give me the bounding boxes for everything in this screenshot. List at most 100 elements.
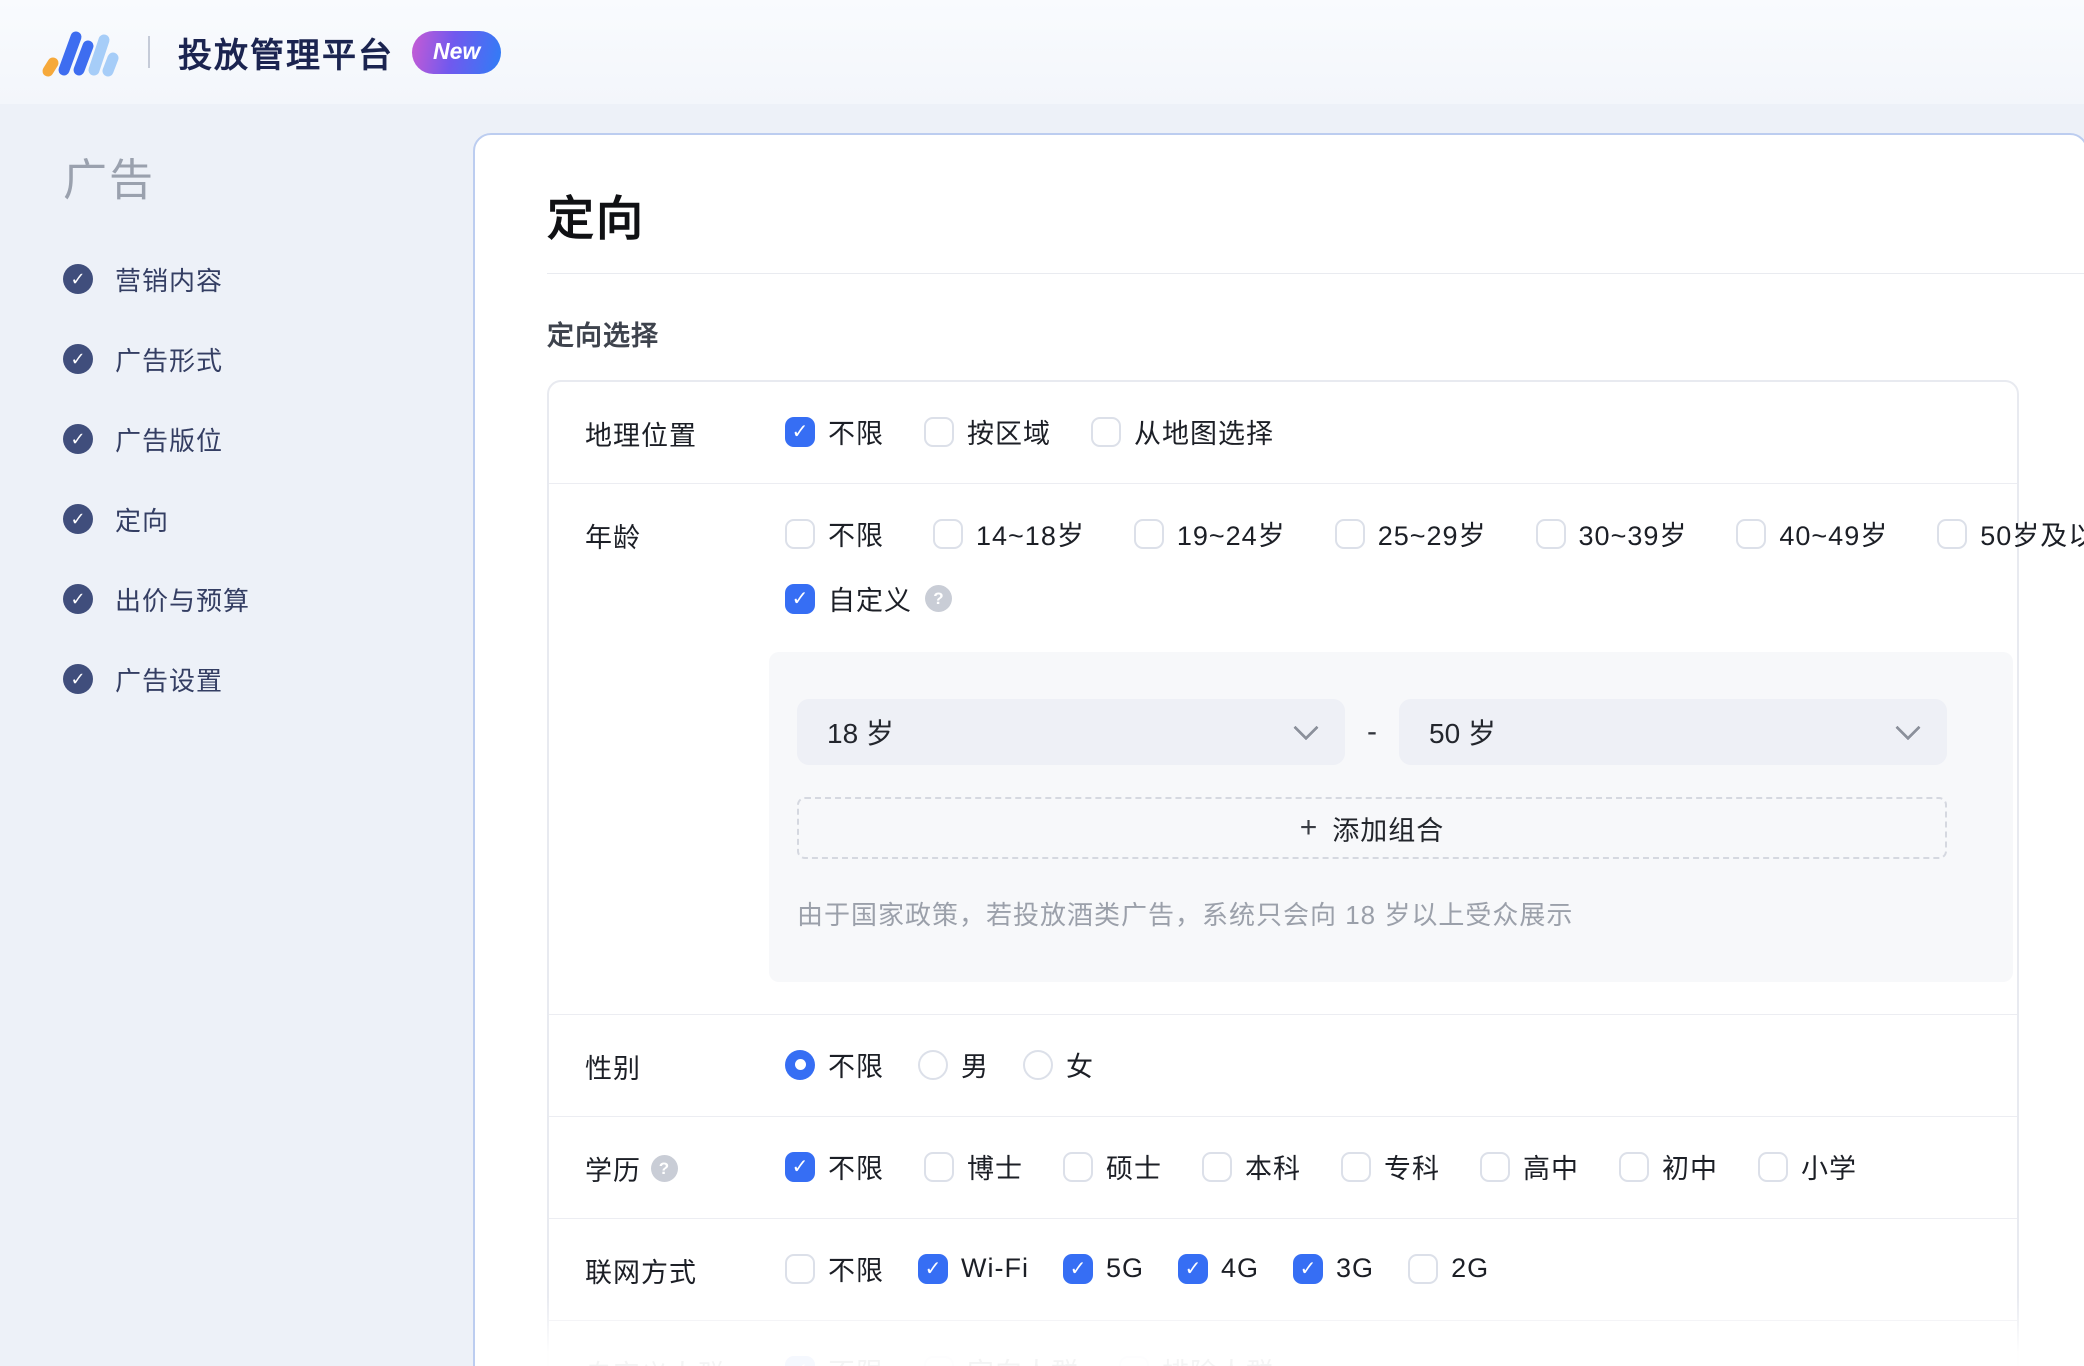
checkbox-option-不限[interactable]: ✓ 不限 [785,412,884,451]
checkbox-icon[interactable] [1133,518,1164,549]
option-label: 从地图选择 [1134,419,1274,449]
checkbox-icon[interactable] [924,1151,954,1182]
checkbox-option-小学[interactable]: 小学 [1758,1147,1857,1186]
row-label: 年龄 [585,523,641,553]
checkbox-option-本科[interactable]: 本科 [1202,1147,1301,1186]
checkbox-icon[interactable] [1408,1253,1439,1284]
network-options: 不限 ✓ Wi-Fi ✓ 5G ✓ 4G ✓ 3G 2G [785,1249,1981,1288]
checkbox-icon[interactable] [1063,1151,1093,1182]
checkbox-option-4G[interactable]: ✓ 4G [1178,1253,1259,1284]
checkbox-option-排除人群[interactable]: 排除人群 [1119,1351,1274,1366]
option-label: 5G [1105,1253,1144,1283]
help-icon[interactable]: ? [651,1155,678,1182]
step-label: 定向 [115,505,170,536]
checkbox-option-Wi-Fi[interactable]: ✓ Wi-Fi [918,1253,1029,1284]
checkbox-icon[interactable] [1937,518,1968,549]
checkbox-icon[interactable] [1535,518,1566,549]
checkbox-icon[interactable] [1619,1151,1649,1182]
sidebar-step[interactable]: ✓ 出价与预算 [63,584,473,616]
checkbox-icon[interactable] [924,416,954,447]
checkbox-option-30~39岁[interactable]: 30~39岁 [1535,514,1688,553]
radio-icon[interactable] [918,1049,948,1080]
checkbox-icon[interactable] [1736,518,1767,549]
add-combination-label: 添加组合 [1332,815,1445,846]
checkbox-checked-icon[interactable]: ✓ [1293,1253,1324,1284]
checkbox-option-19~24岁[interactable]: 19~24岁 [1133,514,1286,553]
checkbox-icon[interactable] [1091,416,1121,447]
sidebar-step[interactable]: ✓ 广告设置 [63,664,473,696]
checkbox-icon[interactable] [924,1355,954,1366]
checkbox-icon[interactable] [1119,1355,1149,1366]
checkbox-icon[interactable] [1341,1151,1371,1182]
radio-icon[interactable] [1023,1049,1053,1080]
option-label: 本科 [1245,1154,1301,1184]
row-label: 性别 [585,1054,641,1084]
checkbox-option-从地图选择[interactable]: 从地图选择 [1091,412,1274,451]
checkbox-option-5G[interactable]: ✓ 5G [1062,1253,1144,1284]
checkbox-option-14~18岁[interactable]: 14~18岁 [933,514,1085,553]
radio-option-女[interactable]: 女 [1023,1045,1094,1084]
option-label: 按区域 [967,419,1051,449]
checkbox-checked-icon[interactable]: ✓ [785,583,815,614]
checkbox-option-不限[interactable]: 不限 [785,1249,884,1288]
checkbox-option-3G[interactable]: ✓ 3G [1293,1253,1374,1284]
checkbox-checked-icon[interactable]: ✓ [1178,1253,1208,1284]
custom-audience-options: ✓ 不限 定向人群 排除人群 [785,1351,1981,1366]
checkbox-icon[interactable] [1202,1151,1232,1182]
row-network: 联网方式 不限 ✓ Wi-Fi ✓ 5G ✓ 4G ✓ 3G 2G [549,1219,2017,1321]
checkbox-checked-icon[interactable]: ✓ [785,1151,815,1182]
range-separator: - [1367,715,1377,748]
help-icon[interactable]: ? [925,585,952,612]
title-divider [547,273,2084,274]
checkbox-icon[interactable] [1758,1151,1788,1182]
checkbox-option-25~29岁[interactable]: 25~29岁 [1334,514,1487,553]
checkbox-icon[interactable] [933,518,963,549]
plus-icon: + [1299,811,1319,844]
checkbox-checked-icon[interactable]: ✓ [1062,1253,1093,1284]
sidebar-step[interactable]: ✓ 营销内容 [63,264,473,296]
checkbox-option-50岁及以上[interactable]: 50岁及以上 [1937,514,2084,553]
checkbox-option-高中[interactable]: 高中 [1480,1147,1579,1186]
option-label: 3G [1336,1253,1375,1283]
option-label: 女 [1066,1052,1094,1082]
age-to-select[interactable]: 50 岁 [1399,699,1947,765]
row-age: 年龄 不限 14~18岁 19~24岁 25~29岁 30~39岁 40~49岁 50岁及以… [549,484,2084,1015]
sidebar-step[interactable]: ✓ 广告形式 [63,344,473,376]
sidebar-step[interactable]: ✓ 定向 [63,504,473,536]
checkbox-icon[interactable] [785,518,815,549]
checkbox-checked-icon[interactable]: ✓ [785,1355,815,1366]
checkbox-option-按区域[interactable]: 按区域 [924,412,1051,451]
checkbox-option-40~49岁[interactable]: 40~49岁 [1736,514,1888,553]
app-window: 投放管理平台 New 广告 ✓ 营销内容 ✓ 广告形式 ✓ 广告版位 ✓ 定向 ✓ 出价与预算 ✓ 广… [0,0,2084,1366]
checkbox-option-硕士[interactable]: 硕士 [1063,1147,1162,1186]
option-label: 专科 [1384,1154,1440,1184]
checkbox-option-定向人群[interactable]: 定向人群 [924,1351,1079,1366]
sidebar-heading: 广告 [63,156,155,205]
age-from-select[interactable]: 18 岁 [797,699,1345,765]
sidebar-step[interactable]: ✓ 广告版位 [63,424,473,456]
option-label: 不限 [828,1351,884,1366]
checkbox-option-不限[interactable]: 不限 [785,514,884,553]
option-label: 不限 [828,1154,884,1184]
radio-selected-icon[interactable] [785,1049,815,1080]
checkbox-option-2G[interactable]: 2G [1408,1253,1489,1284]
row-geo-location: 地理位置 ✓ 不限 按区域 从地图选择 [549,382,2017,484]
checkbox-option-自定义[interactable]: ✓ 自定义? [785,579,952,618]
checkbox-option-初中[interactable]: 初中 [1619,1147,1718,1186]
radio-option-不限[interactable]: 不限 [785,1045,884,1084]
checkbox-option-不限[interactable]: ✓ 不限 [785,1351,884,1366]
checkbox-icon[interactable] [1480,1151,1510,1182]
checkbox-checked-icon[interactable]: ✓ [785,416,815,447]
step-label: 出价与预算 [115,585,251,616]
add-combination-button[interactable]: + 添加组合 [797,797,1947,859]
targeting-form: 地理位置 ✓ 不限 按区域 从地图选择 年龄 不限 14~18岁 19~24岁 25~29岁… [547,380,2084,1366]
option-label: 40~49岁 [1779,521,1889,551]
checkbox-icon[interactable] [785,1253,815,1284]
radio-option-男[interactable]: 男 [918,1045,989,1084]
checkbox-option-不限[interactable]: ✓ 不限 [785,1147,884,1186]
checkbox-option-专科[interactable]: 专科 [1341,1147,1440,1186]
checkbox-option-博士[interactable]: 博士 [924,1147,1023,1186]
geo-options: ✓ 不限 按区域 从地图选择 [785,412,1981,451]
checkbox-icon[interactable] [1334,518,1365,549]
checkbox-checked-icon[interactable]: ✓ [918,1253,948,1284]
